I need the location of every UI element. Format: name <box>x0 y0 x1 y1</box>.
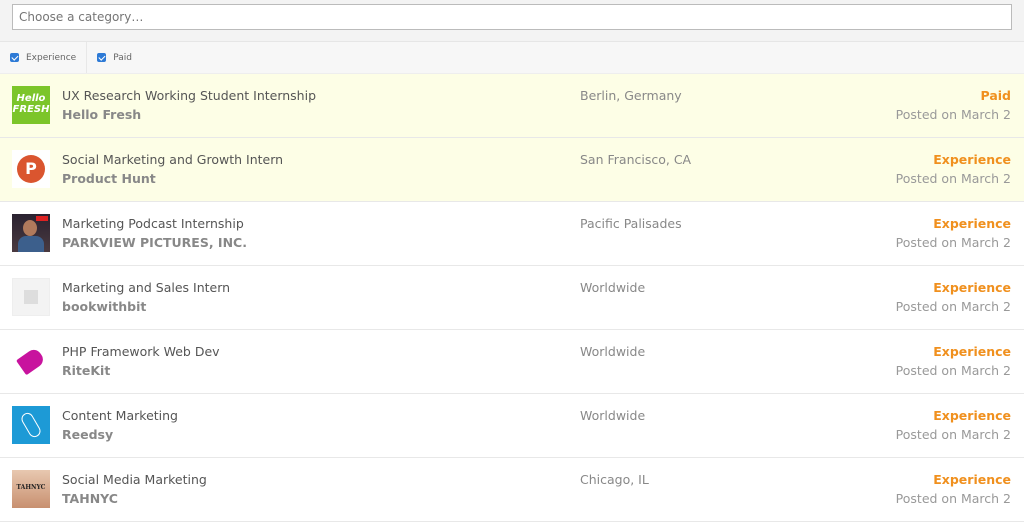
company-name: bookwithbit <box>62 299 147 314</box>
job-row[interactable]: TAHNYC Social Media Marketing TAHNYC Chi… <box>0 458 1024 522</box>
filter-experience[interactable]: Experience <box>0 42 88 73</box>
tahnyc-logo: TAHNYC <box>12 470 50 508</box>
job-row[interactable]: PHP Framework Web Dev RiteKit Worldwide … <box>0 330 1024 394</box>
job-title[interactable]: Social Marketing and Growth Intern <box>62 152 283 167</box>
job-type-tag: Experience <box>933 216 1011 231</box>
parkview-logo <box>12 214 50 252</box>
job-type-tag: Experience <box>933 472 1011 487</box>
company-name: PARKVIEW PICTURES, INC. <box>62 235 247 250</box>
job-row[interactable]: P Social Marketing and Growth Intern Pro… <box>0 138 1024 202</box>
job-title[interactable]: UX Research Working Student Internship <box>62 88 316 103</box>
filter-label: Paid <box>113 52 132 63</box>
job-row[interactable]: Content Marketing Reedsy Worldwide Exper… <box>0 394 1024 458</box>
job-title[interactable]: Content Marketing <box>62 408 178 423</box>
posted-date: Posted on March 2 <box>895 171 1011 186</box>
ritekit-tag-logo <box>12 342 50 380</box>
checkbox-checked[interactable] <box>10 53 19 62</box>
job-title[interactable]: Social Media Marketing <box>62 472 207 487</box>
job-location: Chicago, IL <box>580 472 649 487</box>
job-location: Pacific Palisades <box>580 216 682 231</box>
posted-date: Posted on March 2 <box>895 491 1011 506</box>
job-location: San Francisco, CA <box>580 152 692 167</box>
hellofresh-logo: Hello FRESH <box>12 86 50 124</box>
job-location: Worldwide <box>580 280 646 295</box>
placeholder-building-logo <box>12 278 50 316</box>
job-location: Worldwide <box>580 408 646 423</box>
posted-date: Posted on March 2 <box>895 235 1011 250</box>
company-name: Hello Fresh <box>62 107 142 122</box>
category-search-input[interactable] <box>12 4 1012 30</box>
job-title[interactable]: PHP Framework Web Dev <box>62 344 220 359</box>
job-location: Worldwide <box>580 344 646 359</box>
filter-label: Experience <box>26 52 77 63</box>
posted-date: Posted on March 2 <box>895 107 1011 122</box>
company-name: Product Hunt <box>62 171 156 186</box>
job-row[interactable]: Hello FRESH UX Research Working Student I… <box>0 74 1024 138</box>
reedsy-bird-logo <box>12 406 50 444</box>
job-type-tag: Experience <box>933 152 1011 167</box>
company-name: RiteKit <box>62 363 111 378</box>
job-location: Berlin, Germany <box>580 88 682 103</box>
job-row[interactable]: Marketing and Sales Intern bookwithbit W… <box>0 266 1024 330</box>
checkbox-checked[interactable] <box>97 53 107 62</box>
job-title[interactable]: Marketing Podcast Internship <box>62 216 244 231</box>
job-type-tag: Experience <box>933 344 1011 359</box>
job-type-tag: Experience <box>933 408 1011 423</box>
posted-date: Posted on March 2 <box>895 363 1011 378</box>
job-type-tag: Experience <box>933 280 1011 295</box>
filter-bar: Experience Paid <box>0 42 1024 74</box>
filter-paid[interactable]: Paid <box>87 42 142 73</box>
job-type-tag: Paid <box>980 88 1012 103</box>
company-name: Reedsy <box>62 427 114 442</box>
search-bar <box>0 0 1024 42</box>
producthunt-logo: P <box>12 150 50 188</box>
posted-date: Posted on March 2 <box>895 299 1011 314</box>
job-row[interactable]: Marketing Podcast Internship PARKVIEW PI… <box>0 202 1024 266</box>
company-name: TAHNYC <box>62 491 118 506</box>
job-list: Hello FRESH UX Research Working Student I… <box>0 74 1024 522</box>
job-title[interactable]: Marketing and Sales Intern <box>62 280 230 295</box>
posted-date: Posted on March 2 <box>895 427 1011 442</box>
